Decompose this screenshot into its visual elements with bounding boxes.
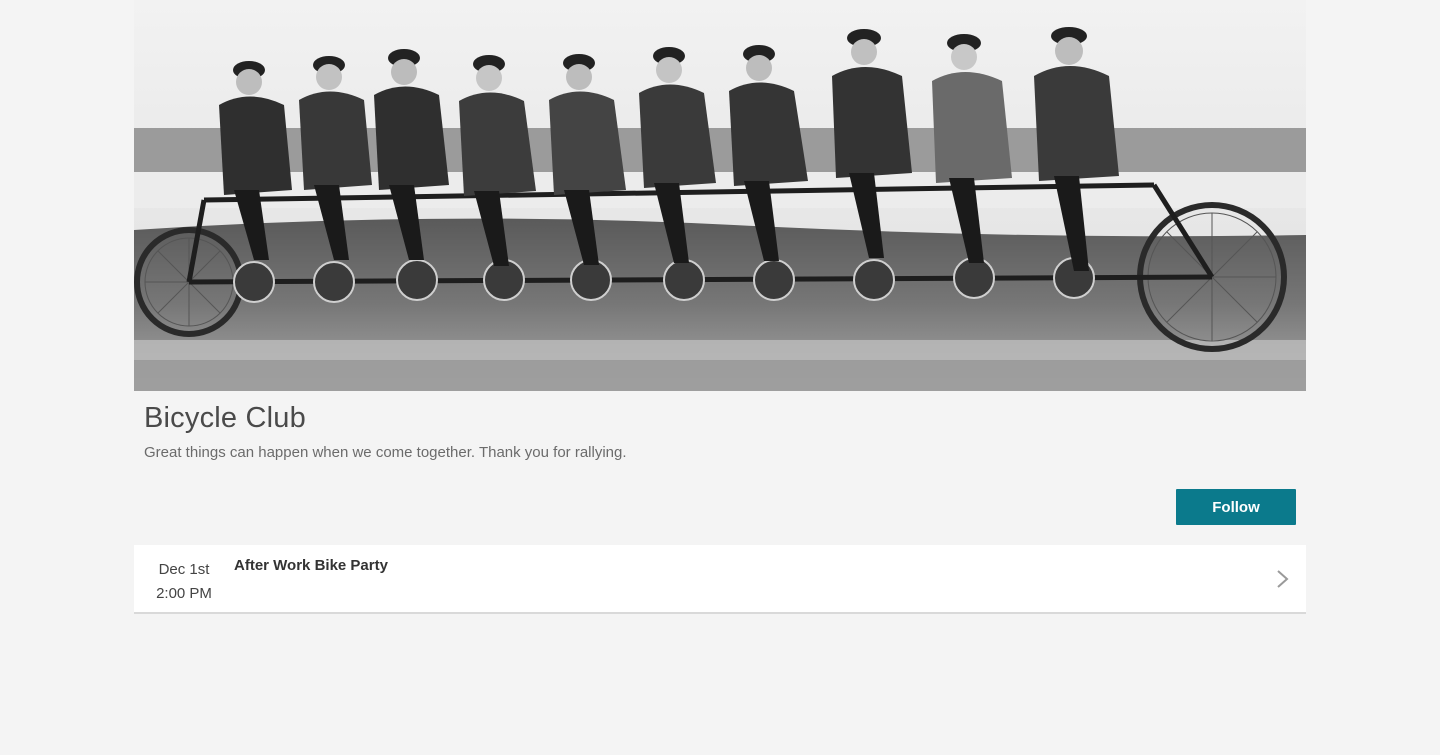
event-time: 2:00 PM <box>156 585 212 602</box>
club-title: Bicycle Club <box>144 402 306 434</box>
event-title: After Work Bike Party <box>234 557 388 574</box>
chevron-right-icon[interactable] <box>1274 568 1292 590</box>
club-tagline: Great things can happen when we come tog… <box>144 444 627 461</box>
event-datetime: Dec 1st 2:00 PM <box>156 558 212 606</box>
event-row[interactable]: Dec 1st 2:00 PM After Work Bike Party <box>134 545 1306 614</box>
follow-button[interactable]: Follow <box>1176 489 1296 525</box>
hero-image <box>134 0 1306 391</box>
event-date: Dec 1st <box>158 561 210 578</box>
hero-photo <box>134 0 1306 391</box>
club-page: Bicycle Club Great things can happen whe… <box>134 0 1306 614</box>
